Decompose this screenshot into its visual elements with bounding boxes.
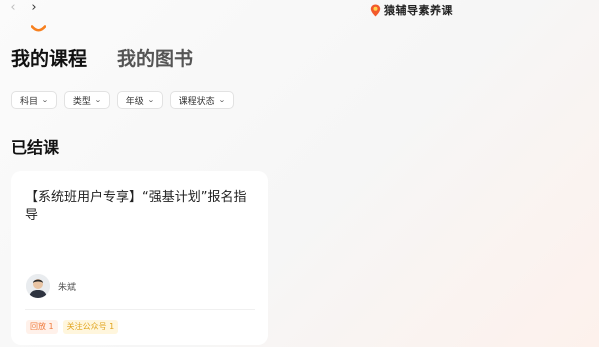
forward-button[interactable]: › <box>27 1 41 15</box>
chevron-left-icon: ‹ <box>10 0 16 15</box>
location-pin-logo-icon <box>370 4 381 16</box>
filter-label: 年级 <box>125 96 144 107</box>
course-card[interactable]: 【系统班用户专享】“强基计划”报名指导 朱斌 回放 1 关注公众号 1 <box>11 171 268 345</box>
active-tab-indicator <box>31 25 46 32</box>
filter-grade-dropdown[interactable]: 年级 ⌄ <box>116 91 163 109</box>
course-title: 【系统班用户专享】“强基计划”报名指导 <box>25 190 247 223</box>
course-tags: 回放 1 关注公众号 1 <box>26 320 119 334</box>
teacher-info: 朱斌 <box>26 274 76 298</box>
replay-count-badge: 回放 1 <box>26 320 58 334</box>
chevron-down-icon: ⌄ <box>94 96 102 104</box>
filter-label: 类型 <box>72 96 91 107</box>
chevron-down-icon: ⌄ <box>217 96 226 104</box>
person-avatar-icon <box>26 274 50 298</box>
title-bar: ‹ › 猿辅导素养课 <box>0 0 599 18</box>
chevron-down-icon: ⌄ <box>146 96 155 104</box>
avatar <box>26 274 50 298</box>
tab-my-courses[interactable]: 我的课程 <box>11 44 87 71</box>
back-button[interactable]: ‹ <box>6 1 20 15</box>
chevron-down-icon: ⌄ <box>41 96 49 104</box>
filter-label: 科目 <box>20 96 39 107</box>
tab-my-books[interactable]: 我的图书 <box>117 44 193 71</box>
brand: 猿辅导素养课 <box>370 2 453 18</box>
section-title: 已结课 <box>11 138 60 157</box>
teacher-name: 朱斌 <box>58 282 77 293</box>
follow-account-badge: 关注公众号 1 <box>62 320 119 334</box>
filter-label: 课程状态 <box>178 96 215 107</box>
main-tabs: 我的课程 我的图书 <box>11 44 193 71</box>
brand-name: 猿辅导素养课 <box>384 4 453 17</box>
chevron-right-icon: › <box>31 0 37 15</box>
filter-subject-dropdown[interactable]: 科目 ⌄ <box>11 91 57 109</box>
filter-status-dropdown[interactable]: 课程状态 ⌄ <box>169 91 234 109</box>
card-divider <box>25 309 255 310</box>
filter-bar: 科目 ⌄ 类型 ⌄ 年级 ⌄ 课程状态 ⌄ <box>11 91 234 109</box>
filter-type-dropdown[interactable]: 类型 ⌄ <box>63 91 110 109</box>
